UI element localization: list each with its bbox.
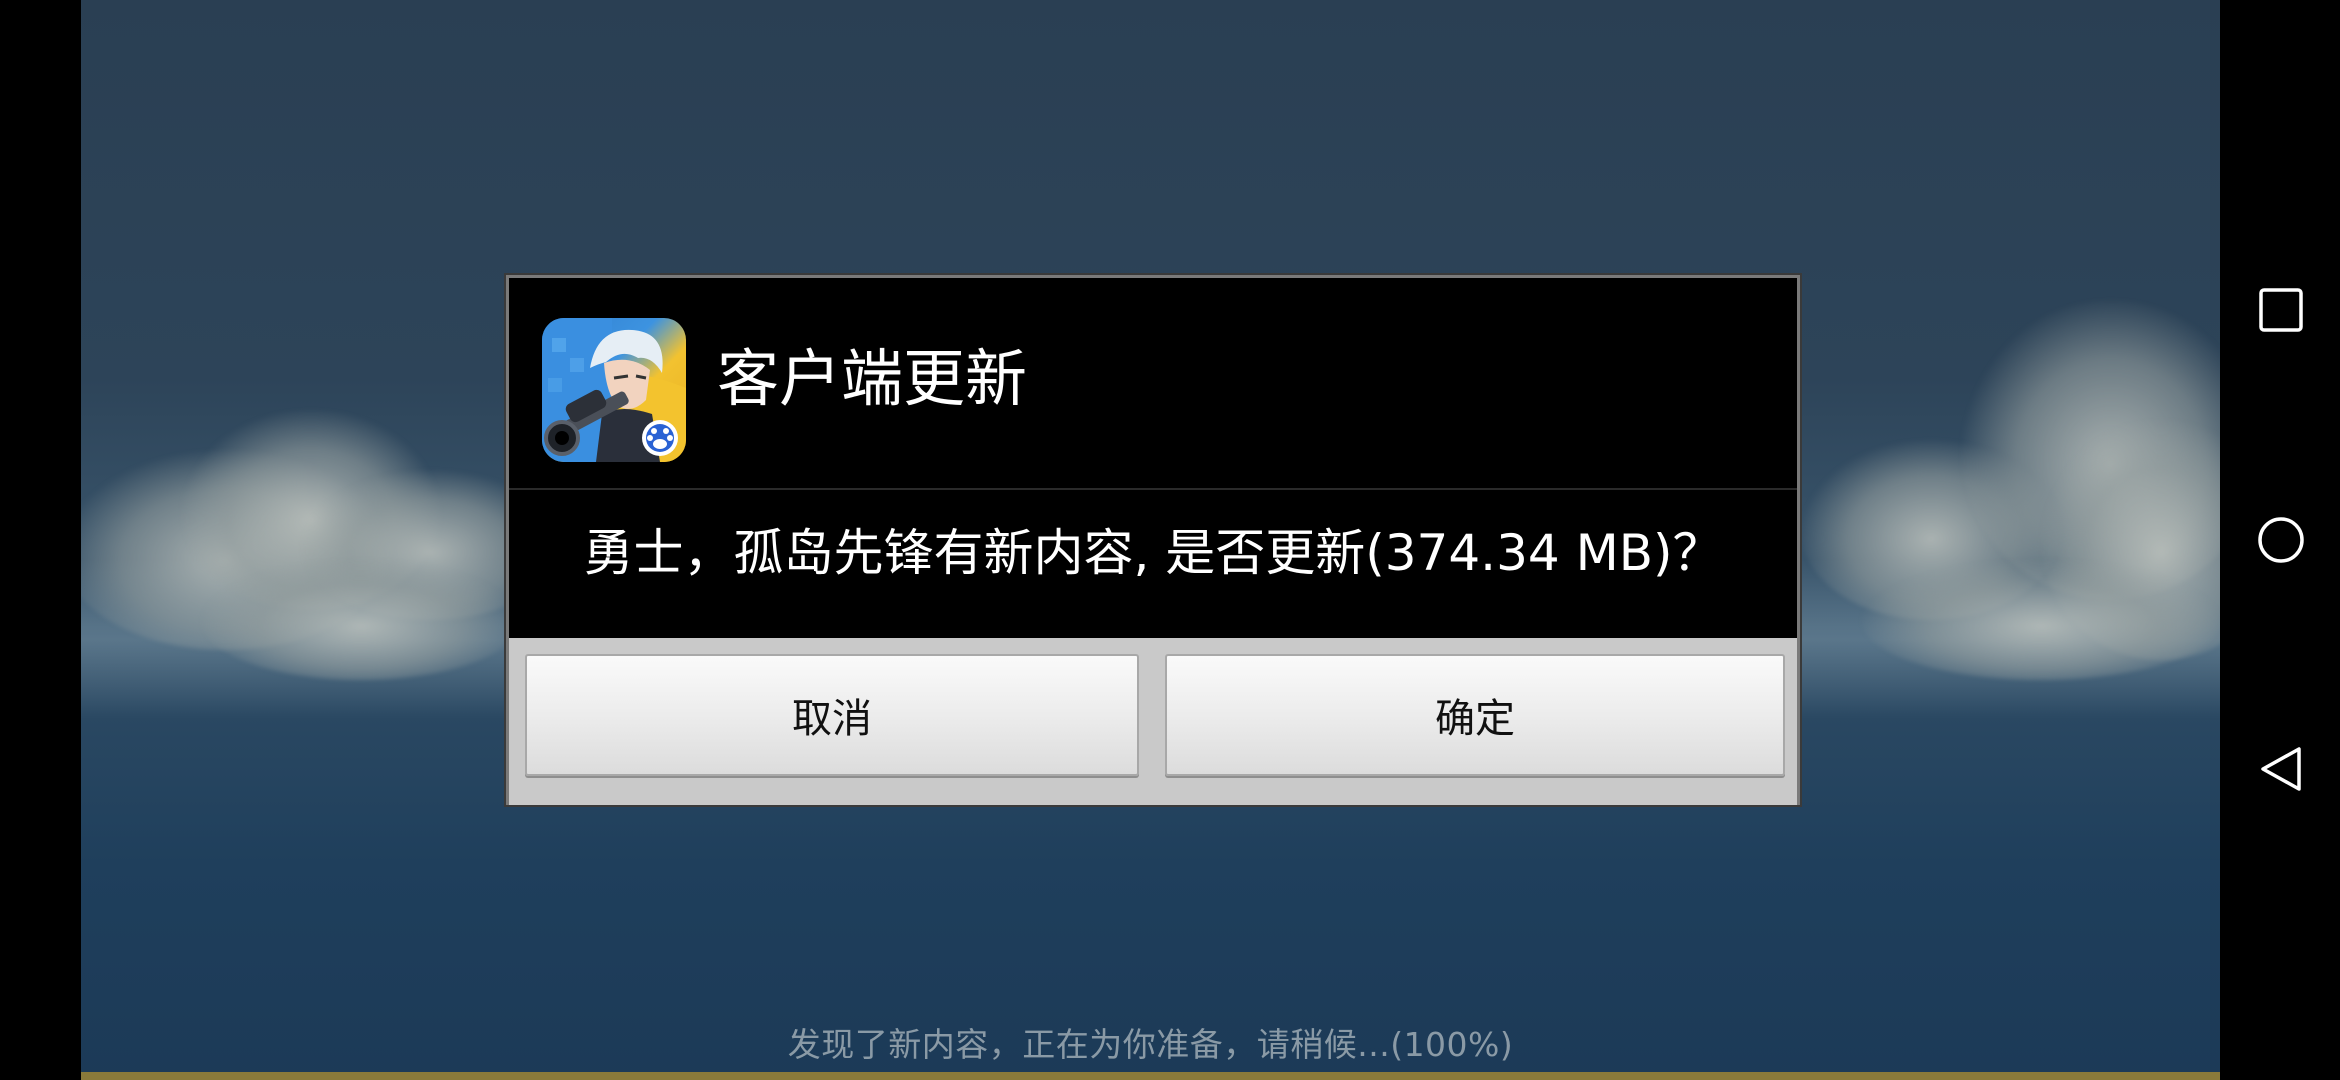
confirm-button[interactable]: 确定 — [1165, 654, 1785, 776]
circle-icon — [2258, 517, 2304, 563]
navigation-bar — [2220, 0, 2340, 1080]
cloud-left — [201, 560, 521, 680]
dialog-title: 客户端更新 — [717, 342, 1028, 415]
game-app-icon-art — [542, 318, 686, 462]
dialog-button-bar: 取消 确定 — [509, 638, 1797, 805]
recents-button[interactable] — [2257, 286, 2305, 334]
cloud-right — [1861, 560, 2220, 680]
square-icon — [2259, 288, 2303, 332]
update-dialog: 客户端更新 勇士，孤岛先锋有新内容, 是否更新(374.34 MB)？ 取消 确… — [506, 275, 1800, 805]
game-app-icon — [542, 318, 686, 462]
loading-progress-bar — [81, 1072, 2220, 1080]
cancel-button-label: 取消 — [792, 696, 872, 742]
confirm-button-label: 确定 — [1435, 696, 1515, 742]
loading-status-text: 发现了新内容，正在为你准备，请稍候...(100%) — [787, 1025, 1514, 1064]
dialog-message: 勇士，孤岛先锋有新内容, 是否更新(374.34 MB)？ — [583, 524, 1723, 582]
dialog-header: 客户端更新 — [509, 278, 1797, 490]
triangle-back-icon — [2261, 747, 2301, 791]
back-button[interactable] — [2257, 745, 2305, 793]
cancel-button[interactable]: 取消 — [525, 654, 1139, 776]
home-button[interactable] — [2257, 516, 2305, 564]
screen: 发现了新内容，正在为你准备，请稍候...(100%) 客户端更新 勇士，孤岛先锋… — [0, 0, 2340, 1080]
